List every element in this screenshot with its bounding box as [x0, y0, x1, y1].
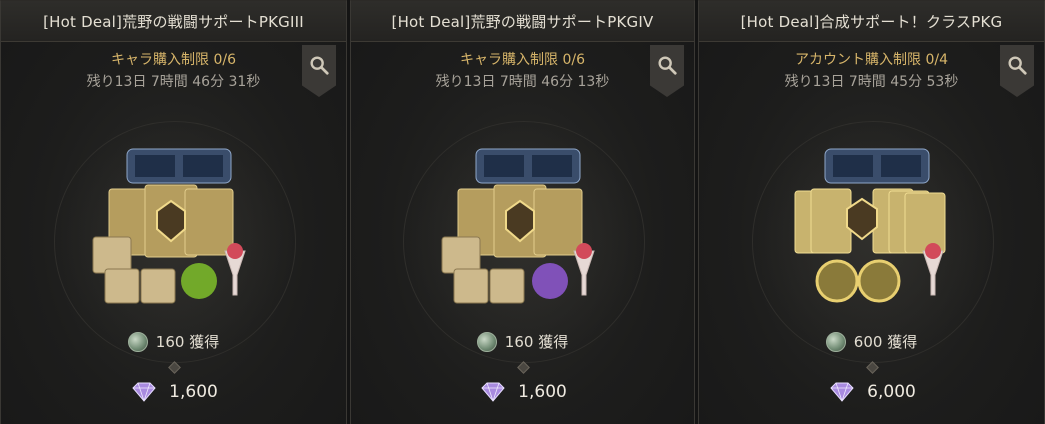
- package-item-art: [441, 148, 595, 304]
- price-row[interactable]: 1,600: [1, 381, 346, 403]
- price-amount: 1,600: [169, 382, 218, 402]
- crystal-gem-icon: [481, 382, 505, 402]
- reward-amount: 600 獲得: [853, 333, 918, 351]
- package-item-art: [794, 148, 945, 303]
- time-remaining: 残り13日 7時間 46分 31秒: [86, 74, 261, 90]
- package-title: [Hot Deal]荒野の戦闘サポートPKGIV: [351, 1, 694, 42]
- crystal-gem-icon: [132, 382, 156, 402]
- divider: [865, 361, 879, 374]
- price-amount: 1,600: [518, 382, 567, 402]
- time-remaining: 残り13日 7時間 46分 13秒: [435, 74, 610, 90]
- reward-row: 600 獲得: [699, 331, 1044, 352]
- package-card[interactable]: [Hot Deal]荒野の戦闘サポートPKGIII キャラ購入制限 0/6 残り…: [0, 0, 347, 424]
- divider: [167, 361, 181, 374]
- purchase-limit: キャラ購入制限 0/6: [460, 52, 585, 68]
- silver-coin-icon: [825, 331, 846, 352]
- price-row[interactable]: 1,600: [351, 381, 694, 403]
- time-remaining: 残り13日 7時間 45分 53秒: [784, 74, 959, 90]
- silver-coin-icon: [476, 331, 497, 352]
- price-row[interactable]: 6,000: [699, 381, 1044, 403]
- purchase-limit: キャラ購入制限 0/6: [111, 52, 236, 68]
- reward-row: 160 獲得: [1, 331, 346, 352]
- purchase-limit: アカウント購入制限 0/4: [795, 52, 948, 68]
- package-card[interactable]: [Hot Deal]合成サポート！クラスPKG アカウント購入制限 0/4 残り…: [698, 0, 1045, 424]
- price-amount: 6,000: [867, 382, 916, 402]
- package-item-art: [92, 148, 246, 304]
- reward-row: 160 獲得: [351, 331, 694, 352]
- shop-package-list: [Hot Deal]荒野の戦闘サポートPKGIII キャラ購入制限 0/6 残り…: [0, 0, 1045, 424]
- divider: [516, 361, 530, 374]
- package-title: [Hot Deal]荒野の戦闘サポートPKGIII: [1, 1, 346, 42]
- package-card[interactable]: [Hot Deal]荒野の戦闘サポートPKGIV キャラ購入制限 0/6 残り1…: [350, 0, 695, 424]
- package-title: [Hot Deal]合成サポート！クラスPKG: [699, 1, 1044, 42]
- reward-amount: 160 獲得: [504, 333, 569, 351]
- crystal-gem-icon: [830, 382, 854, 402]
- reward-amount: 160 獲得: [155, 333, 220, 351]
- silver-coin-icon: [127, 331, 148, 352]
